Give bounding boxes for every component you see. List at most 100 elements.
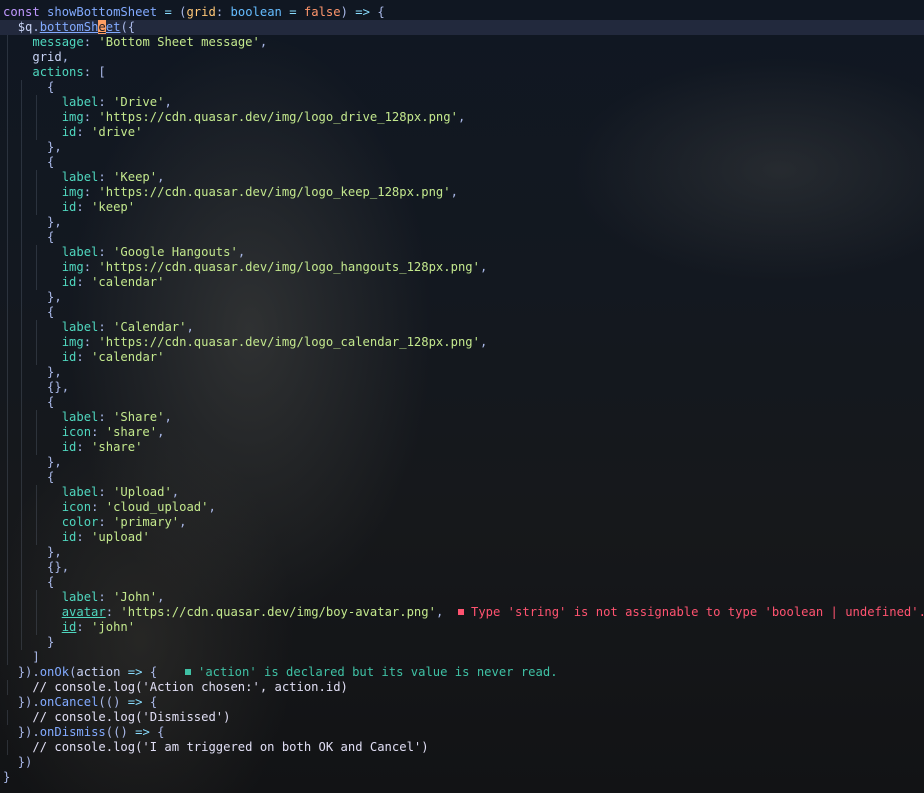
code-text: img: 'https://cdn.quasar.dev/img/logo_ha… <box>61 260 488 274</box>
error-message: Type 'string' is not assignable to type … <box>471 605 924 619</box>
code-text: label: 'Share', <box>61 410 172 424</box>
code-text: id: 'keep' <box>61 200 136 214</box>
code-text: message: 'Bottom Sheet message', <box>32 35 268 49</box>
code-text: // console.log('Action chosen:', action.… <box>32 680 348 694</box>
code-line[interactable]: id: 'calendar' <box>0 350 924 365</box>
code-line[interactable]: }, <box>0 365 924 380</box>
code-text: }, <box>47 215 62 229</box>
code-editor[interactable]: const showBottomSheet = (grid: boolean =… <box>0 0 924 793</box>
code-line[interactable]: { <box>0 395 924 410</box>
code-line[interactable]: { <box>0 155 924 170</box>
code-text: img: 'https://cdn.quasar.dev/img/logo_ke… <box>61 185 458 199</box>
code-area[interactable]: const showBottomSheet = (grid: boolean =… <box>0 5 924 785</box>
code-line[interactable]: label: 'Drive', <box>0 95 924 110</box>
code-line[interactable]: id: 'drive' <box>0 125 924 140</box>
code-line[interactable]: id: 'john' <box>0 620 924 635</box>
code-line[interactable]: }, <box>0 140 924 155</box>
code-text: { <box>47 80 55 94</box>
code-text: }) <box>17 755 33 769</box>
code-text: icon: 'share', <box>61 425 165 439</box>
code-text: } <box>47 635 55 649</box>
code-text: id: 'john' <box>61 620 136 634</box>
code-text: { <box>47 155 55 169</box>
code-line[interactable]: label: 'Google Hangouts', <box>0 245 924 260</box>
code-text: label: 'Keep', <box>61 170 165 184</box>
code-line[interactable]: icon: 'cloud_upload', <box>0 500 924 515</box>
code-text: } <box>3 770 11 784</box>
code-line[interactable]: img: 'https://cdn.quasar.dev/img/logo_ca… <box>0 335 924 350</box>
code-line[interactable]: }).onOk(action => { 'action' is declared … <box>0 665 924 680</box>
code-text: {}, <box>47 560 70 574</box>
code-line[interactable]: ] <box>0 650 924 665</box>
code-text: label: 'Google Hangouts', <box>61 245 246 259</box>
code-line[interactable]: // console.log('Action chosen:', action.… <box>0 680 924 695</box>
code-line[interactable]: }) <box>0 755 924 770</box>
code-text: label: 'John', <box>61 590 165 604</box>
code-line[interactable]: {}, <box>0 560 924 575</box>
code-line[interactable]: const showBottomSheet = (grid: boolean =… <box>0 5 924 20</box>
code-line[interactable]: }).onCancel(() => { <box>0 695 924 710</box>
code-line[interactable]: avatar: 'https://cdn.quasar.dev/img/boy-… <box>0 605 924 620</box>
code-line[interactable]: img: 'https://cdn.quasar.dev/img/logo_ke… <box>0 185 924 200</box>
code-line[interactable]: $q.bottomSheet({ <box>0 20 924 35</box>
code-text: }, <box>47 455 62 469</box>
code-text: {}, <box>47 380 70 394</box>
code-text: // console.log('Dismissed') <box>32 710 231 724</box>
code-line[interactable]: img: 'https://cdn.quasar.dev/img/logo_dr… <box>0 110 924 125</box>
code-line[interactable]: } <box>0 770 924 785</box>
code-line[interactable]: icon: 'share', <box>0 425 924 440</box>
code-line[interactable]: }, <box>0 215 924 230</box>
code-line[interactable]: img: 'https://cdn.quasar.dev/img/logo_ha… <box>0 260 924 275</box>
code-line[interactable]: {}, <box>0 380 924 395</box>
code-text: id: 'share' <box>61 440 143 454</box>
code-text: }).onOk(action => { <box>17 665 158 679</box>
code-text: id: 'calendar' <box>61 275 165 289</box>
code-line[interactable]: }, <box>0 545 924 560</box>
code-line[interactable]: id: 'keep' <box>0 200 924 215</box>
code-text: { <box>47 575 55 589</box>
warning-diagnostic[interactable]: 'action' is declared but its value is ne… <box>185 665 558 680</box>
code-text: { <box>47 305 55 319</box>
code-line[interactable]: { <box>0 575 924 590</box>
code-line[interactable]: color: 'primary', <box>0 515 924 530</box>
code-line[interactable]: id: 'share' <box>0 440 924 455</box>
code-text: $q.bottomSheet({ <box>17 20 136 34</box>
code-line[interactable]: label: 'Share', <box>0 410 924 425</box>
code-text: }, <box>47 140 62 154</box>
code-text: { <box>47 230 55 244</box>
code-text: grid, <box>32 50 70 64</box>
warning-square-icon <box>185 669 191 675</box>
code-line[interactable]: label: 'Upload', <box>0 485 924 500</box>
code-text: img: 'https://cdn.quasar.dev/img/logo_dr… <box>61 110 466 124</box>
code-line[interactable]: // console.log('Dismissed') <box>0 710 924 725</box>
code-text: }, <box>47 290 62 304</box>
code-line[interactable]: label: 'Calendar', <box>0 320 924 335</box>
code-text: img: 'https://cdn.quasar.dev/img/logo_ca… <box>61 335 488 349</box>
code-line[interactable]: id: 'calendar' <box>0 275 924 290</box>
code-text: id: 'drive' <box>61 125 143 139</box>
code-text: id: 'upload' <box>61 530 150 544</box>
code-line[interactable]: message: 'Bottom Sheet message', <box>0 35 924 50</box>
code-line[interactable]: actions: [ <box>0 65 924 80</box>
code-line[interactable]: }, <box>0 455 924 470</box>
code-text: color: 'primary', <box>61 515 187 529</box>
code-line[interactable]: { <box>0 230 924 245</box>
code-text: avatar: 'https://cdn.quasar.dev/img/boy-… <box>61 605 444 619</box>
error-diagnostic[interactable]: Type 'string' is not assignable to type … <box>458 605 924 620</box>
code-text: label: 'Drive', <box>61 95 172 109</box>
code-line[interactable]: { <box>0 80 924 95</box>
code-text: { <box>47 395 55 409</box>
code-text: actions: [ <box>32 65 106 79</box>
code-line[interactable]: { <box>0 305 924 320</box>
code-line[interactable]: id: 'upload' <box>0 530 924 545</box>
code-line[interactable]: } <box>0 635 924 650</box>
code-line[interactable]: { <box>0 470 924 485</box>
code-line[interactable]: label: 'John', <box>0 590 924 605</box>
code-line[interactable]: // console.log('I am triggered on both O… <box>0 740 924 755</box>
code-line[interactable]: }).onDismiss(() => { <box>0 725 924 740</box>
code-line[interactable]: }, <box>0 290 924 305</box>
warning-message: 'action' is declared but its value is ne… <box>198 665 558 679</box>
code-text: }, <box>47 545 62 559</box>
code-line[interactable]: grid, <box>0 50 924 65</box>
code-line[interactable]: label: 'Keep', <box>0 170 924 185</box>
